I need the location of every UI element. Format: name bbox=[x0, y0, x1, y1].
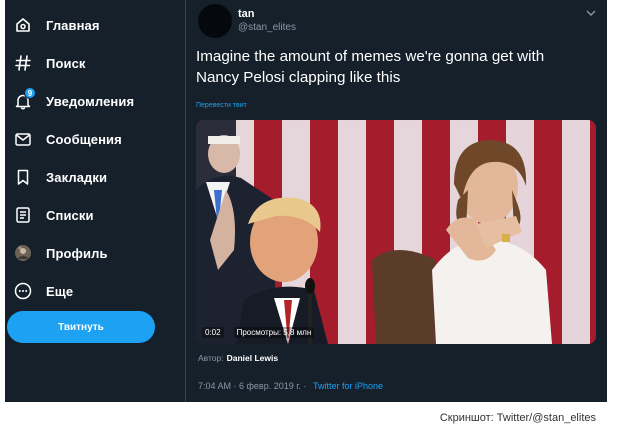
list-icon bbox=[13, 205, 33, 225]
nav-item-home[interactable]: Главная bbox=[5, 6, 185, 44]
nav-item-more[interactable]: Еще bbox=[5, 272, 185, 310]
twitter-window: Главная Поиск 9 Уведомления Сообщения За… bbox=[5, 0, 607, 402]
tweet-button[interactable]: Твитнуть bbox=[7, 311, 155, 343]
credit-name[interactable]: Daniel Lewis bbox=[227, 353, 279, 363]
author-name[interactable]: tan bbox=[238, 8, 255, 20]
tweet-detail: tan @stan_elites Imagine the amount of m… bbox=[186, 0, 607, 402]
sidebar-nav: Главная Поиск 9 Уведомления Сообщения За… bbox=[5, 0, 185, 402]
profile-avatar-icon bbox=[13, 243, 33, 263]
nav-label-home: Главная bbox=[46, 17, 100, 33]
nav-item-notifications[interactable]: 9 Уведомления bbox=[5, 82, 185, 120]
nav-item-bookmarks[interactable]: Закладки bbox=[5, 158, 185, 196]
timestamp-text[interactable]: 7:04 AM · 6 февр. 2019 г. · bbox=[198, 381, 309, 391]
home-icon bbox=[13, 15, 33, 35]
media-credit: Автор: Daniel Lewis bbox=[198, 353, 278, 363]
nav-item-messages[interactable]: Сообщения bbox=[5, 120, 185, 158]
credit-label: Автор: bbox=[198, 353, 224, 363]
tweet-timestamp: 7:04 AM · 6 февр. 2019 г. · Twitter for … bbox=[198, 381, 383, 391]
video-player[interactable]: 0:02 Просмотры: 5,8 млн bbox=[196, 120, 596, 344]
nav-label-lists: Списки bbox=[46, 207, 94, 223]
notification-badge: 9 bbox=[24, 87, 36, 99]
envelope-icon bbox=[13, 129, 33, 149]
nav-label-messages: Сообщения bbox=[46, 131, 122, 147]
translate-tweet-link[interactable]: Перевести твит bbox=[196, 102, 247, 109]
bell-icon: 9 bbox=[13, 87, 36, 111]
tweet-text: Imagine the amount of memes we're gonna … bbox=[196, 48, 545, 86]
tweet-source-link[interactable]: Twitter for iPhone bbox=[313, 381, 383, 391]
nav-label-search: Поиск bbox=[46, 55, 86, 71]
bookmark-icon bbox=[13, 167, 33, 187]
nav-label-bookmarks: Закладки bbox=[46, 169, 108, 185]
hashtag-icon bbox=[13, 53, 33, 73]
author-handle[interactable]: @stan_elites bbox=[238, 22, 296, 33]
nav-item-search[interactable]: Поиск bbox=[5, 44, 185, 82]
nav-label-more: Еще bbox=[46, 283, 74, 299]
screenshot-caption: Скриншот: Twitter/@stan_elites bbox=[439, 412, 596, 424]
video-frame bbox=[196, 120, 596, 344]
author-avatar[interactable] bbox=[198, 4, 232, 38]
more-icon bbox=[13, 281, 33, 301]
video-views: Просмотры: 5,8 млн bbox=[233, 327, 315, 338]
video-info: 0:02 Просмотры: 5,8 млн bbox=[202, 327, 315, 338]
nav-item-profile[interactable]: Профиль bbox=[5, 234, 185, 272]
video-duration: 0:02 bbox=[202, 327, 224, 338]
nav-label-notifications: Уведомления bbox=[46, 93, 135, 109]
chevron-down-icon[interactable] bbox=[585, 8, 597, 18]
nav-label-profile: Профиль bbox=[46, 245, 108, 261]
nav-item-lists[interactable]: Списки bbox=[5, 196, 185, 234]
